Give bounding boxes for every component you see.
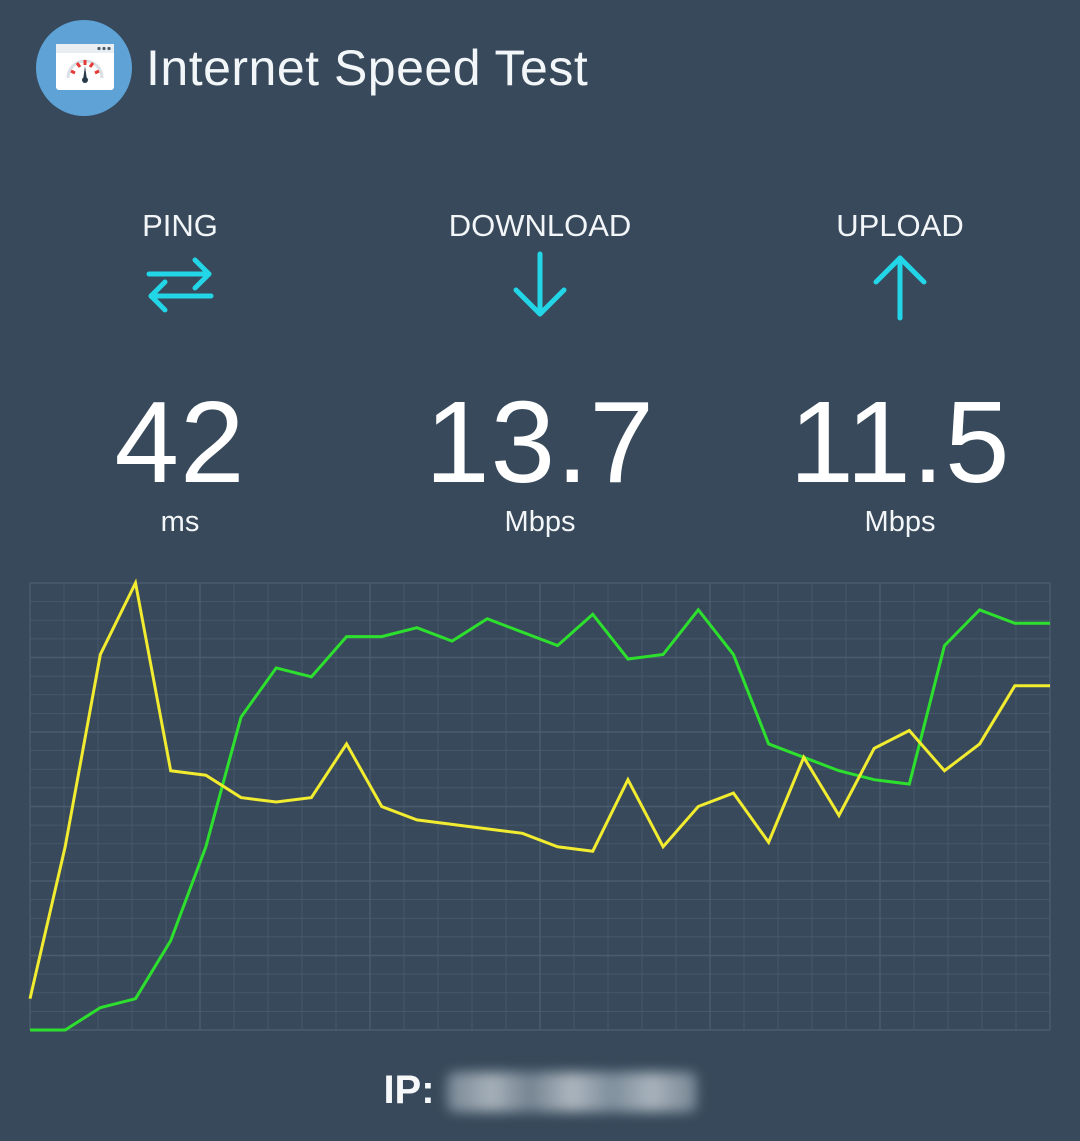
app-title: Internet Speed Test — [146, 40, 589, 96]
ip-address-redacted — [446, 1072, 697, 1113]
upload-unit: Mbps — [864, 506, 936, 538]
ping-value: 42 — [114, 377, 246, 507]
ping-metric: PING 42 ms — [30, 206, 330, 539]
download-metric: DOWNLOAD 13.7 Mbps — [390, 206, 690, 539]
app-header: Internet Speed Test — [36, 20, 588, 116]
arrow-down-icon — [390, 246, 690, 326]
download-unit: Mbps — [504, 506, 576, 538]
arrow-up-icon — [750, 246, 1050, 326]
ping-label: PING — [142, 208, 218, 243]
upload-label: UPLOAD — [836, 208, 964, 243]
download-value: 13.7 — [425, 377, 655, 507]
chart-grid — [29, 582, 1051, 1031]
ping-unit: ms — [160, 506, 200, 538]
ip-row: IP: — [0, 1068, 1080, 1113]
upload-metric: UPLOAD 11.5 Mbps — [750, 206, 1050, 539]
ip-label: IP: — [383, 1068, 435, 1112]
swap-arrows-icon — [30, 246, 330, 326]
upload-value: 11.5 — [789, 377, 1011, 507]
speed-history-chart — [28, 578, 1051, 1032]
download-label: DOWNLOAD — [448, 208, 632, 243]
speedometer-app-icon — [36, 20, 132, 116]
